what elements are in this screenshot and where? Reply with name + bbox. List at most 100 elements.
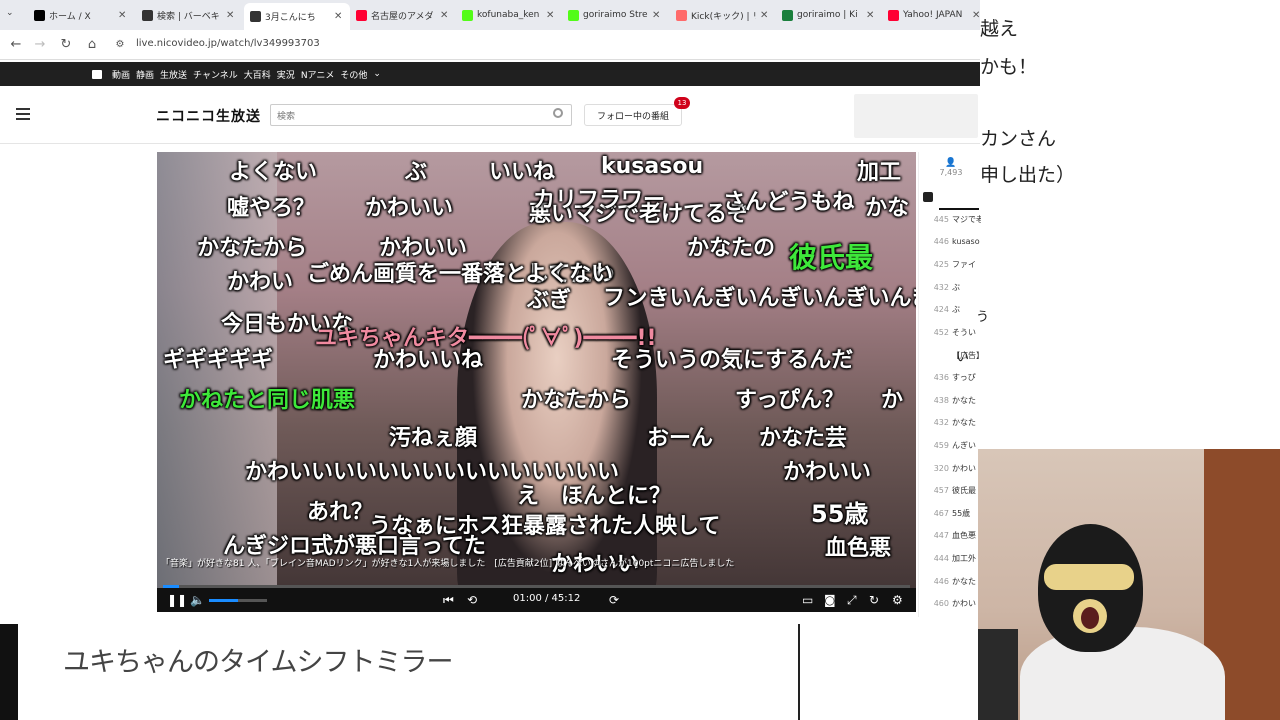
menu-icon[interactable] [16, 108, 30, 120]
skip-back-icon[interactable]: ⏮ [443, 593, 454, 608]
nav-item-live[interactable]: 生放送 [160, 68, 187, 81]
tab-close-icon[interactable]: ✕ [440, 10, 452, 21]
tab-close-icon[interactable]: ✕ [226, 10, 238, 21]
browser-tab[interactable]: Kick(キック) | リ ✕ [670, 4, 776, 26]
tab-label: ホーム / X [49, 11, 91, 22]
timeshift-title: ユキちゃんのタイムシフトミラー [63, 647, 453, 678]
nav-item-dic[interactable]: 大百科 [244, 68, 271, 81]
comment-row[interactable]: 320 かわい [919, 463, 981, 485]
tab-label: Kick(キック) | リ [691, 11, 756, 22]
webcam-feed [978, 449, 1280, 720]
comment-row[interactable]: 【広告】 [919, 350, 981, 372]
tab-list-dropdown-icon[interactable]: ⌄ [6, 8, 14, 18]
site-info-icon[interactable]: ⚙ [112, 39, 128, 50]
forward-icon[interactable]: → [32, 37, 48, 52]
danmaku-comment: おーん [647, 426, 714, 451]
niconico-home-icon[interactable] [92, 69, 102, 79]
comment-number: 445 [933, 215, 949, 224]
comment-row[interactable]: 444 加工外 [919, 553, 981, 575]
browser-tab[interactable]: 検索 | バーベキ ✕ [136, 4, 242, 26]
browser-tab[interactable]: 3月こんにち ✕ [244, 3, 350, 30]
comment-row[interactable]: 424 ぶ [919, 304, 981, 326]
nav-item-douga[interactable]: 動画 [112, 68, 130, 81]
kick-stream-icon [676, 9, 687, 21]
rewind-icon[interactable]: ⟲ [467, 593, 477, 607]
comment-row[interactable]: 446 kusaso [919, 237, 981, 259]
search-input[interactable]: 検索 [270, 104, 572, 126]
chevron-down-icon[interactable]: ⌄ [373, 69, 381, 79]
danmaku-comment: ギギギギギ [163, 348, 274, 373]
danmaku-comment: 血色悪 [825, 536, 892, 561]
niconama-logo[interactable]: ニコニコ生放送 [156, 106, 261, 126]
browser-tab[interactable]: 名古屋のアメダ ✕ [350, 4, 456, 26]
nav-item-jikkyo[interactable]: 実況 [277, 68, 295, 81]
nav-item-seiga[interactable]: 静画 [136, 68, 154, 81]
nav-item-channel[interactable]: チャンネル [193, 68, 238, 81]
comment-row[interactable]: 457 彼氏最 [919, 485, 981, 507]
screenshot-icon[interactable]: ◙ [824, 593, 836, 607]
volume-icon[interactable]: 🔈 [190, 593, 205, 607]
tab-close-icon[interactable]: ✕ [546, 10, 558, 21]
tab-close-icon[interactable]: ✕ [760, 10, 772, 21]
comment-text: 加工外 [952, 554, 976, 563]
url-field[interactable]: live.nicovideo.jp/watch/lv349993703 [136, 38, 320, 49]
comment-row[interactable]: 460 かわい [919, 598, 981, 620]
comment-row[interactable]: 459 んぎい [919, 440, 981, 462]
danmaku-comment: さんどうもね [723, 190, 855, 215]
tab-label: 3月こんにち [265, 13, 316, 23]
tab-close-icon[interactable]: ✕ [866, 10, 878, 21]
comment-text: マジで老 [952, 215, 981, 224]
reload-icon[interactable]: ↻ [58, 37, 74, 52]
overlay-text-line: 越え [980, 18, 1019, 40]
comment-row[interactable]: 446 かなた [919, 576, 981, 598]
tab-label: 検索 | バーベキ [157, 11, 220, 22]
home-icon[interactable]: ⌂ [84, 37, 100, 52]
reload-player-icon[interactable]: ↻ [869, 593, 879, 607]
danmaku-comment: え ほんとに？ [517, 484, 672, 509]
comment-list-icon[interactable] [923, 192, 933, 202]
browser-tab[interactable]: kofunaba_ken ✕ [456, 4, 562, 26]
comment-row[interactable]: 447 血色悪 [919, 530, 981, 552]
browser-tab[interactable]: goriraimo | Ki ✕ [776, 4, 882, 26]
tab-close-icon[interactable]: ✕ [118, 10, 130, 21]
forward-icon[interactable]: ⟳ [609, 593, 619, 607]
settings-gear-icon[interactable]: ⚙ [892, 593, 903, 607]
browser-tab[interactable]: goriraimo Stre ✕ [562, 4, 668, 26]
comment-row[interactable]: 438 かなた [919, 395, 981, 417]
nav-item-nanime[interactable]: Nアニメ [301, 68, 335, 81]
tab-close-icon[interactable]: ✕ [652, 10, 664, 21]
comment-row[interactable]: 432 ぶ [919, 282, 981, 304]
browser-tab[interactable]: ホーム / X ✕ [28, 4, 134, 26]
nav-item-more[interactable]: その他 [340, 68, 367, 81]
comment-row[interactable]: 436 すっぴ [919, 372, 981, 394]
comment-row[interactable]: 445 マジで老 [919, 214, 981, 236]
comment-row[interactable]: 467 55歳 [919, 508, 981, 530]
tab-close-icon[interactable]: ✕ [334, 11, 346, 22]
fullscreen-icon[interactable]: ⤢ [847, 593, 857, 608]
volume-slider[interactable] [209, 599, 267, 602]
search-icon[interactable] [553, 108, 563, 118]
back-icon[interactable]: ← [8, 37, 24, 52]
danmaku-comment: あれ？ [307, 500, 374, 525]
comment-number: 320 [933, 463, 949, 473]
comment-text: かなた [952, 395, 976, 405]
danmaku-comment: kusasou [601, 154, 704, 179]
danmaku-comment: 汚ねぇ顔 [389, 426, 478, 451]
comment-toggle-icon[interactable]: ▭ [802, 593, 813, 607]
niconico-global-nav: 動画 静画 生放送 チャンネル 大百科 実況 Nアニメ その他 ⌄ [0, 62, 980, 86]
comment-number: 457 [933, 486, 949, 496]
browser-tab[interactable]: Yahoo! JAPAN ✕ [882, 4, 988, 26]
webcam-chair [978, 629, 1018, 720]
following-programs-button[interactable]: フォロー中の番組 [584, 104, 682, 126]
comment-text: ぶ [952, 305, 960, 315]
time-display: 01:00 / 45:12 [513, 593, 581, 604]
browser-tab-bar: ⌄ ホーム / X ✕ 検索 | バーベキ ✕ 3月こんにち ✕ 名古屋のアメダ ✕ kofun… [0, 0, 980, 30]
comment-row[interactable]: 432 かなた [919, 417, 981, 439]
comment-text: すっぴ [952, 373, 976, 383]
overlay-text-line: い [956, 350, 970, 365]
comment-row[interactable]: 452 そうい [919, 327, 981, 349]
video-player[interactable]: よくないぶいいね kusasou 加工 嘘やろ？ かわいい 悪いマジで老けてるぞ カリフラワ… [157, 152, 916, 612]
comment-row[interactable]: 425 ファイ [919, 259, 981, 281]
danmaku-comment: かわいいね [373, 348, 484, 373]
pause-icon[interactable]: ❚❚ [167, 593, 187, 607]
